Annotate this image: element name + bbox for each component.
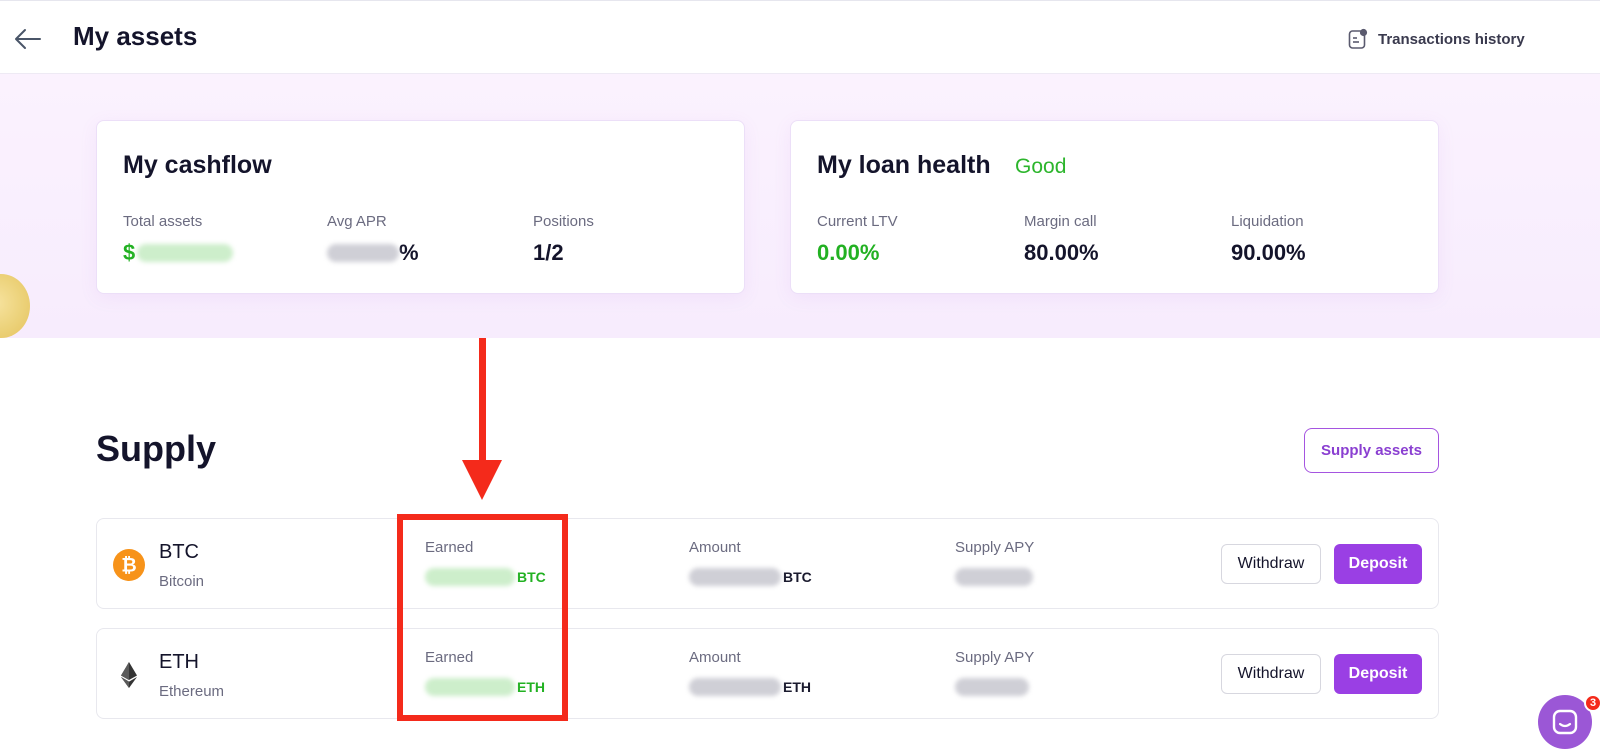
liquidation-stat: Liquidation 90.00% [1231,213,1306,266]
supply-apy-label: Supply APY [955,539,1035,556]
page-title: My assets [73,21,198,51]
avg-apr-value: % [327,240,419,266]
liquidation-value: 90.00% [1231,240,1306,265]
total-assets-label: Total assets [123,213,203,230]
avg-apr-label: Avg APR [327,213,387,230]
svg-text:₿: ₿ [121,556,136,577]
margin-call-stat: Margin call 80.00% [1024,213,1099,266]
amount-value: ETH [689,678,811,696]
cashflow-card: My cashflow Total assets $ Avg APR % Pos… [96,120,745,294]
asset-name: Ethereum [159,683,225,700]
liquidation-label: Liquidation [1231,213,1304,230]
current-ltv-label: Current LTV [817,213,898,230]
positions-value: 1/2 [533,240,564,265]
redacted-value [955,678,1029,696]
redacted-value [689,678,781,696]
amount-column: Amount BTC [689,539,812,586]
annotation-highlight-box [397,514,568,721]
redacted-value [327,244,399,262]
total-assets-value: $ [123,240,234,266]
chat-notification-badge: 3 [1584,694,1600,712]
amount-value: BTC [689,568,812,586]
loan-health-card: My loan health Good Current LTV 0.00% Ma… [790,120,1439,294]
bitcoin-icon: ₿ [113,549,145,581]
supply-title: Supply [96,428,217,469]
supply-apy-label: Supply APY [955,649,1035,666]
supply-apy-value [955,678,1034,696]
asset-name: Bitcoin [159,573,205,590]
loan-health-status: Good [1015,155,1067,178]
transactions-history-link[interactable]: Transactions history [1348,27,1525,51]
asset-symbol: ETH [159,651,199,673]
margin-call-value: 80.00% [1024,240,1099,265]
supply-assets-button[interactable]: Supply assets [1304,428,1439,473]
supply-apy-column: Supply APY [955,649,1034,696]
positions-label: Positions [533,213,594,230]
chat-icon [1552,709,1578,735]
amount-unit: BTC [783,569,812,585]
redacted-value [955,568,1033,586]
ethereum-icon [113,659,145,691]
current-ltv-stat: Current LTV 0.00% [817,213,898,266]
loan-health-title: My loan health [817,151,991,179]
back-arrow-icon[interactable] [12,23,44,55]
supply-row-btc: ₿ BTC Bitcoin Earned BTC Amount BTC Supp… [96,518,1439,609]
withdraw-button[interactable]: Withdraw [1221,654,1321,694]
annotation-arrow-head [462,460,502,500]
current-ltv-value: 0.00% [817,240,880,265]
deposit-button[interactable]: Deposit [1334,544,1422,584]
withdraw-button[interactable]: Withdraw [1221,544,1321,584]
amount-unit: ETH [783,679,811,695]
amount-column: Amount ETH [689,649,811,696]
top-bar: My assets Transactions history [0,0,1600,74]
currency-symbol: $ [123,240,136,265]
amount-label: Amount [689,649,741,666]
annotation-arrow-shaft [479,338,486,466]
supply-row-eth: ETH Ethereum Earned ETH Amount ETH Suppl… [96,628,1439,719]
margin-call-label: Margin call [1024,213,1097,230]
deposit-button[interactable]: Deposit [1334,654,1422,694]
receipt-icon [1348,28,1368,50]
amount-label: Amount [689,539,741,556]
redacted-value [689,568,781,586]
positions-stat: Positions 1/2 [533,213,594,266]
asset-symbol: BTC [159,541,199,563]
total-assets-stat: Total assets $ [123,213,234,266]
avg-apr-stat: Avg APR % [327,213,419,266]
transactions-history-label: Transactions history [1378,30,1525,48]
supply-apy-column: Supply APY [955,539,1034,586]
supply-apy-value [955,568,1034,586]
percent-sign: % [399,240,419,265]
cashflow-title: My cashflow [123,151,272,179]
redacted-value [137,244,234,262]
